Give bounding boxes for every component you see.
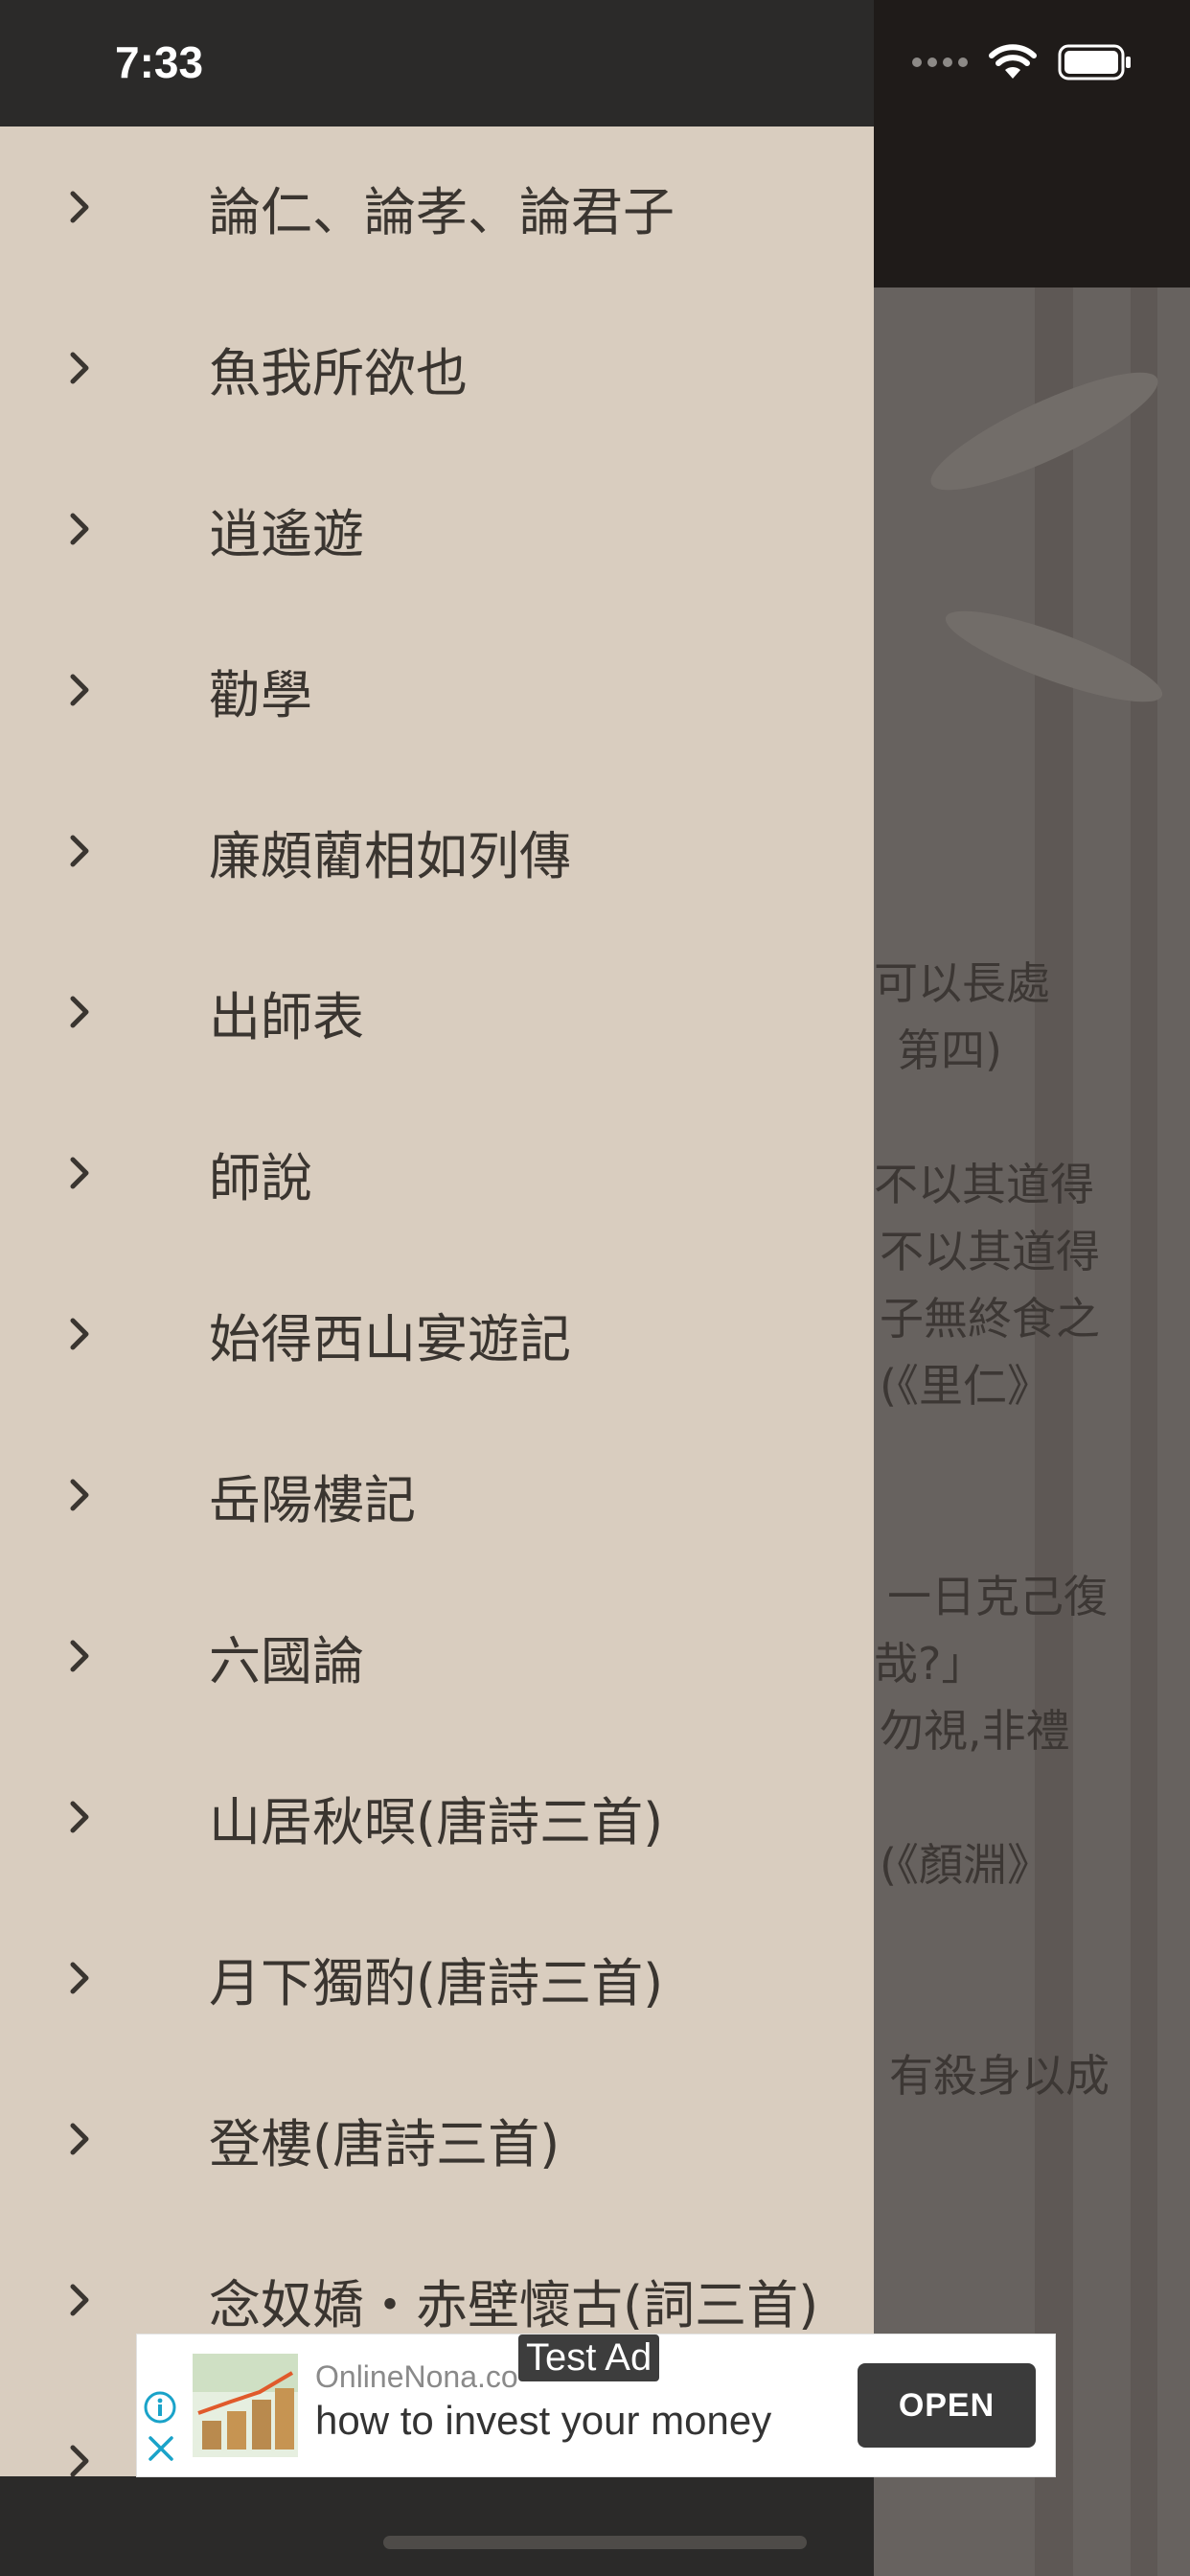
chevron-right-icon	[70, 1479, 89, 1511]
chevron-right-icon	[70, 2445, 89, 2477]
wifi-icon	[989, 44, 1037, 79]
cellular-signal-icon	[912, 58, 968, 67]
drawer-item[interactable]: 出師表	[0, 932, 874, 1092]
drawer-item-label: 登樓(唐詩三首)	[209, 2113, 561, 2174]
drawer-item[interactable]: 師說	[0, 1092, 874, 1254]
drawer-bottom-bar	[0, 2476, 874, 2576]
drawer-item-label: 逍遙遊	[209, 503, 364, 564]
info-icon[interactable]	[143, 2390, 177, 2425]
ad-banner[interactable]: OnlineNona.co Test Ad how to invest your…	[136, 2334, 1056, 2477]
ad-thumbnail-image[interactable]	[193, 2354, 298, 2457]
drawer-item-label: 出師表	[209, 986, 364, 1047]
chevron-right-icon	[70, 2123, 89, 2155]
drawer-item[interactable]: 月下獨酌(唐詩三首)	[0, 1898, 874, 2058]
drawer-item-label: 師說	[209, 1147, 312, 1208]
status-bar: 7:33	[0, 0, 1190, 126]
drawer-item[interactable]: 逍遙遊	[0, 448, 874, 610]
drawer-item[interactable]: 始得西山宴遊記	[0, 1254, 874, 1414]
chevron-right-icon	[70, 191, 89, 223]
drawer-item-label: 山居秋暝(唐詩三首)	[209, 1791, 664, 1852]
chevron-right-icon	[70, 996, 89, 1028]
drawer-item[interactable]: 六國論	[0, 1576, 874, 1736]
drawer-item-label: 魚我所欲也	[209, 342, 468, 403]
drawer-item-label: 廉頗藺相如列傳	[209, 825, 571, 886]
test-ad-label: Test Ad	[518, 2334, 660, 2381]
drawer-item-label: 六國論	[209, 1630, 364, 1691]
drawer-item-label: 勸學	[209, 664, 312, 725]
drawer-item[interactable]: 岳陽樓記	[0, 1414, 874, 1576]
drawer-item-label: 月下獨酌(唐詩三首)	[209, 1952, 664, 2013]
drawer-item[interactable]: 勸學	[0, 610, 874, 770]
chevron-right-icon	[70, 2284, 89, 2316]
drawer-item-label: 念奴嬌・赤壁懷古(詞三首)	[209, 2274, 819, 2335]
chevron-right-icon	[70, 1801, 89, 1833]
drawer-item-label: 岳陽樓記	[209, 1469, 416, 1530]
chevron-right-icon	[70, 513, 89, 545]
chevron-right-icon	[70, 1318, 89, 1350]
battery-icon	[1058, 44, 1131, 80]
chevron-right-icon	[70, 835, 89, 867]
ad-open-button[interactable]: OPEN	[858, 2363, 1036, 2448]
chevron-right-icon	[70, 1157, 89, 1189]
drawer-item[interactable]: 魚我所欲也	[0, 288, 874, 448]
status-time: 7:33	[115, 37, 204, 87]
drawer-item[interactable]: 登樓(唐詩三首)	[0, 2058, 874, 2220]
drawer-menu-list: 論仁、論孝、論君子 魚我所欲也 逍遙遊 勸學 廉頗藺相如列傳 出師表 師說 始得…	[0, 126, 874, 2542]
ad-domain: OnlineNona.co	[315, 2359, 518, 2394]
drawer-item-label: 論仁、論孝、論君子	[209, 181, 675, 242]
drawer-item[interactable]: 論仁、論孝、論君子	[0, 126, 874, 288]
chevron-right-icon	[70, 674, 89, 706]
navigation-drawer: 論仁、論孝、論君子 魚我所欲也 逍遙遊 勸學 廉頗藺相如列傳 出師表 師說 始得…	[0, 0, 874, 2576]
chevron-right-icon	[70, 1640, 89, 1672]
home-indicator[interactable]	[383, 2536, 807, 2549]
chevron-right-icon	[70, 1962, 89, 1994]
close-icon[interactable]	[147, 2434, 175, 2463]
status-indicators	[912, 44, 1133, 80]
ad-headline[interactable]: how to invest your money	[315, 2398, 771, 2444]
drawer-item[interactable]: 廉頗藺相如列傳	[0, 770, 874, 932]
drawer-item-label: 始得西山宴遊記	[209, 1308, 571, 1369]
drawer-item[interactable]: 山居秋暝(唐詩三首)	[0, 1736, 874, 1898]
chevron-right-icon	[70, 352, 89, 384]
